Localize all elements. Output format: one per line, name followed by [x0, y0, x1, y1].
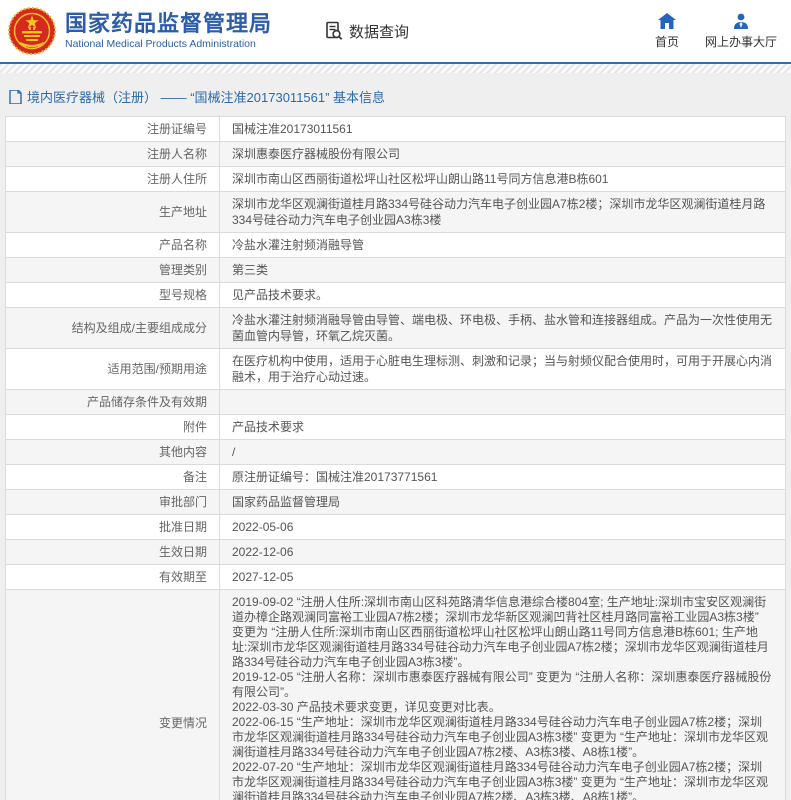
- row-value: 冷盐水灌注射频消融导管: [232, 238, 365, 252]
- table-row: 注册人名称 深圳惠泰医疗器械股份有限公司: [6, 142, 785, 167]
- national-emblem-icon: [8, 7, 56, 55]
- row-label-text: 产品名称: [158, 238, 207, 252]
- row-value: 2022-05-06: [232, 520, 294, 534]
- table-row: 附件 产品技术要求: [6, 415, 785, 440]
- row-value: 在医疗机构中使用，适用于心脏电生理标测、刺激和记录；当与射频仪配合使用时，可用于…: [232, 354, 773, 384]
- nav-service-hall-label: 网上办事大厅: [704, 34, 777, 49]
- row-label-text: 生产地址: [158, 205, 207, 219]
- row-value: 国械注准20173011561: [232, 122, 353, 136]
- registration-info-table: 注册证编号 国械注准20173011561 注册人名称 深圳惠泰医疗器械股份有限公司注…: [5, 116, 786, 800]
- table-row: 审批部门 国家药品监督管理局: [6, 490, 785, 515]
- row-label-text: 其他内容: [158, 445, 207, 459]
- document-icon: [9, 89, 22, 104]
- table-row: 变更情况 2019-09-02 “注册人住所:深圳市南山区科苑路清华信息港综合楼8…: [6, 590, 785, 800]
- row-label-text: 适用范围/预期用途: [107, 362, 207, 376]
- row-value: 2019-09-02 “注册人住所:深圳市南山区科苑路清华信息港综合楼804室;…: [232, 595, 772, 800]
- row-value: 深圳市南山区西丽街道松坪山社区松坪山朗山路11号同方信息港B栋601: [232, 172, 609, 186]
- agency-name-en: National Medical Products Administration: [65, 38, 256, 51]
- table-row: 适用范围/预期用途 在医疗机构中使用，适用于心脏电生理标测、刺激和记录；当与射频仪…: [6, 349, 785, 390]
- row-label-text: 生效日期: [158, 545, 207, 559]
- home-icon: [657, 12, 676, 29]
- row-label: 注册证编号: [6, 117, 220, 141]
- row-label: 备注: [6, 465, 220, 489]
- nav-service-hall[interactable]: 网上办事大厅: [705, 13, 777, 50]
- row-label-text: 有效期至: [158, 570, 207, 584]
- breadcrumb-text: 境内医疗器械（注册） —— “国械注准20173011561” 基本信息: [27, 90, 386, 105]
- table-row: 备注 原注册证编号：国械注准20173771561: [6, 465, 785, 490]
- site-header: 国家药品监督管理局 National Medical Products Admi…: [0, 0, 791, 62]
- row-label-text: 管理类别: [158, 263, 207, 277]
- row-label: 批准日期: [6, 515, 220, 539]
- row-label: 产品储存条件及有效期: [6, 390, 220, 414]
- row-label: 注册人名称: [6, 142, 220, 166]
- nav-data-query-label: 数据查询: [349, 23, 410, 41]
- main-content: 境内医疗器械（注册） —— “国械注准20173011561” 基本信息 注册证…: [0, 73, 791, 800]
- nav-home-label: 首页: [654, 34, 679, 49]
- row-value: /: [232, 445, 236, 459]
- person-icon: [733, 13, 748, 29]
- row-label-text: 批准日期: [158, 520, 207, 534]
- table-row: 型号规格 见产品技术要求。: [6, 283, 785, 308]
- agency-name-cn: 国家药品监督管理局: [65, 10, 273, 36]
- row-label-text: 注册人名称: [146, 147, 207, 161]
- nav-home[interactable]: 首页: [654, 12, 679, 50]
- row-label-text: 注册人住所: [146, 172, 207, 186]
- row-label: 管理类别: [6, 258, 220, 282]
- row-value: 第三类: [232, 263, 269, 277]
- table-row: 有效期至 2027-12-05: [6, 565, 785, 590]
- row-label-text: 产品储存条件及有效期: [86, 395, 207, 409]
- hatch-divider: [0, 64, 791, 73]
- row-label-text: 审批部门: [158, 495, 207, 509]
- row-label-text: 型号规格: [158, 288, 207, 302]
- row-label: 变更情况: [6, 590, 220, 800]
- table-row: 管理类别 第三类: [6, 258, 785, 283]
- row-label-text: 结构及组成/主要组成成分: [71, 321, 207, 335]
- table-row: 产品储存条件及有效期: [6, 390, 785, 415]
- row-label-text: 注册证编号: [146, 122, 207, 136]
- row-label: 产品名称: [6, 233, 220, 257]
- row-label: 附件: [6, 415, 220, 439]
- table-row: 注册人住所 深圳市南山区西丽街道松坪山社区松坪山朗山路11号同方信息港B栋601: [6, 167, 785, 192]
- row-value: 国家药品监督管理局: [232, 495, 341, 509]
- table-row: 注册证编号 国械注准20173011561: [6, 117, 785, 142]
- agency-logo: 国家药品监督管理局 National Medical Products Admi…: [8, 7, 272, 55]
- row-label: 适用范围/预期用途: [6, 349, 220, 389]
- table-row: 生效日期 2022-12-06: [6, 540, 785, 565]
- row-label: 型号规格: [6, 283, 220, 307]
- row-value: 2022-12-06: [232, 545, 294, 559]
- row-label-text: 备注: [182, 470, 207, 484]
- row-value: 产品技术要求: [232, 420, 305, 434]
- table-row: 结构及组成/主要组成成分 冷盐水灌注射频消融导管由导管、端电极、环电极、手柄、盐水…: [6, 308, 785, 349]
- row-value: 深圳惠泰医疗器械股份有限公司: [232, 147, 401, 161]
- row-label-text: 附件: [182, 420, 207, 434]
- row-label: 审批部门: [6, 490, 220, 514]
- row-label: 生效日期: [6, 540, 220, 564]
- row-label: 生产地址: [6, 192, 220, 232]
- row-label: 注册人住所: [6, 167, 220, 191]
- nav-data-query[interactable]: 数据查询: [324, 21, 409, 42]
- table-row: 产品名称 冷盐水灌注射频消融导管: [6, 233, 785, 258]
- table-row: 批准日期 2022-05-06: [6, 515, 785, 540]
- row-value: [220, 390, 785, 414]
- breadcrumb: 境内医疗器械（注册） —— “国械注准20173011561” 基本信息: [5, 85, 786, 116]
- row-value: 2027-12-05: [232, 570, 294, 584]
- table-row: 其他内容 /: [6, 440, 785, 465]
- row-label: 其他内容: [6, 440, 220, 464]
- row-value: 冷盐水灌注射频消融导管由导管、端电极、环电极、手柄、盐水管和连接器组成。产品为一…: [232, 313, 773, 343]
- row-label: 结构及组成/主要组成成分: [6, 308, 220, 348]
- row-label-text: 变更情况: [158, 715, 207, 730]
- row-label: 有效期至: [6, 565, 220, 589]
- header-nav: 首页 网上办事大厅: [654, 12, 777, 50]
- row-value: 见产品技术要求。: [232, 288, 329, 302]
- table-row: 生产地址 深圳市龙华区观澜街道桂月路334号硅谷动力汽车电子创业园A7栋2楼；深圳…: [6, 192, 785, 233]
- row-value: 原注册证编号：国械注准20173771561: [232, 470, 438, 484]
- data-query-icon: [326, 21, 343, 40]
- row-value: 深圳市龙华区观澜街道桂月路334号硅谷动力汽车电子创业园A7栋2楼；深圳市龙华区…: [232, 197, 766, 227]
